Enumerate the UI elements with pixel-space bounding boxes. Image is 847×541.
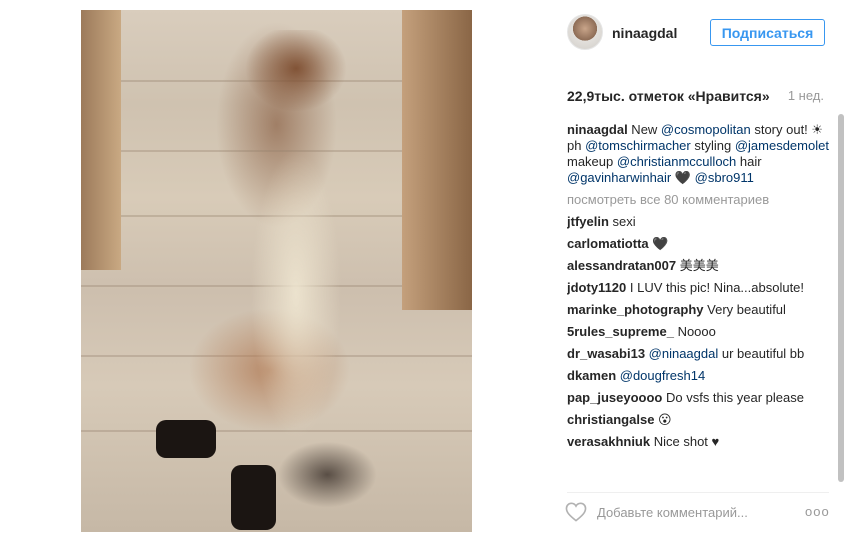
comment-item: alessandratan007 美美美 — [567, 258, 829, 274]
comment-text: sexi — [608, 214, 636, 229]
post-time[interactable]: 1 нед. — [788, 88, 824, 103]
comment-item: christiangalse 😮 — [567, 412, 829, 428]
comment-item: verasakhniuk Nice shot ♥ — [567, 434, 829, 450]
mention-link[interactable]: @christianmcculloch — [617, 154, 736, 169]
mention-link[interactable]: @tomschirmacher — [585, 138, 691, 153]
follow-button[interactable]: Подписаться — [710, 19, 825, 46]
mention-link[interactable]: @ninaagdal — [645, 346, 719, 361]
comment-text: 🖤 — [648, 236, 669, 251]
comment-username[interactable]: dkamen — [567, 368, 616, 383]
comment-username[interactable]: jdoty1120 — [567, 280, 626, 295]
comment-text: Nice shot ♥ — [650, 434, 720, 449]
mention-link[interactable]: @jamesdemolet — [735, 138, 829, 153]
author-username[interactable]: ninaagdal — [612, 25, 677, 41]
caption-username[interactable]: ninaagdal — [567, 122, 628, 137]
comments-list[interactable]: ninaagdal New @cosmopolitan story out! ☀… — [567, 122, 829, 483]
caption-text: styling — [690, 138, 735, 153]
comment-item: jdoty1120 I LUV this pic! Nina...absolut… — [567, 280, 829, 296]
comment-bar: ооо — [565, 501, 833, 525]
view-all-comments-link[interactable]: посмотреть все 80 комментариев — [567, 192, 829, 208]
comment-text: ur beautiful bb — [718, 346, 805, 361]
caption-text: hair — [736, 154, 762, 169]
avatar[interactable] — [567, 14, 603, 50]
mention-link[interactable]: @dougfresh14 — [616, 368, 705, 383]
heart-outline-icon[interactable] — [565, 502, 587, 522]
caption-text: makeup — [567, 154, 617, 169]
comment-text: Do vsfs this year please — [662, 390, 804, 405]
caption: ninaagdal New @cosmopolitan story out! ☀… — [567, 122, 829, 186]
mention-link[interactable]: @sbro911 — [695, 170, 754, 185]
photo-wall-right — [402, 10, 472, 310]
comment-text: 美美美 — [676, 258, 719, 273]
photo-wall-left — [81, 10, 121, 270]
comment-item: carlomatiotta 🖤 — [567, 236, 829, 252]
mention-link[interactable]: @gavinharwinhair — [567, 170, 671, 185]
divider — [567, 492, 829, 493]
comment-username[interactable]: alessandratan007 — [567, 258, 676, 273]
comment-username[interactable]: 5rules_supreme_ — [567, 324, 674, 339]
comment-username[interactable]: dr_wasabi13 — [567, 346, 645, 361]
comment-username[interactable]: pap_juseyoooo — [567, 390, 662, 405]
likes-count[interactable]: 22,9тыс. отметок «Нравится» — [567, 88, 770, 104]
photo-shoe — [231, 465, 276, 530]
comment-item: 5rules_supreme_ Noooo — [567, 324, 829, 340]
comment-item: dkamen @dougfresh14 — [567, 368, 829, 384]
comment-text: 😮 — [654, 412, 672, 427]
comment-item: pap_juseyoooo Do vsfs this year please — [567, 390, 829, 406]
post-header: ninaagdal Подписаться — [567, 14, 829, 54]
post-photo[interactable] — [81, 10, 472, 532]
comment-username[interactable]: marinke_photography — [567, 302, 704, 317]
comment-username[interactable]: jtfyelin — [567, 214, 609, 229]
comment-item: marinke_photography Very beautiful — [567, 302, 829, 318]
comment-text: I LUV this pic! Nina...absolute! — [626, 280, 805, 295]
photo-figure — [221, 30, 371, 510]
comment-username[interactable]: christiangalse — [567, 412, 654, 427]
photo-shoe — [156, 420, 216, 458]
more-options-button[interactable]: ооо — [805, 504, 830, 519]
comment-item: dr_wasabi13 @ninaagdal ur beautiful bb — [567, 346, 829, 362]
mention-link[interactable]: @cosmopolitan — [661, 122, 751, 137]
comment-text: Very beautiful — [703, 302, 786, 317]
likes-row: 22,9тыс. отметок «Нравится» 1 нед. — [567, 88, 829, 106]
add-comment-input[interactable] — [597, 503, 787, 521]
comment-item: jtfyelin sexi — [567, 214, 829, 230]
scrollbar-thumb[interactable] — [838, 114, 844, 482]
comment-text: Noooo — [673, 324, 716, 339]
caption-text: New — [627, 122, 661, 137]
comment-username[interactable]: carlomatiotta — [567, 236, 649, 251]
caption-text: 🖤 — [671, 170, 695, 185]
comments-scrollbar[interactable] — [838, 114, 844, 484]
comment-username[interactable]: verasakhniuk — [567, 434, 650, 449]
